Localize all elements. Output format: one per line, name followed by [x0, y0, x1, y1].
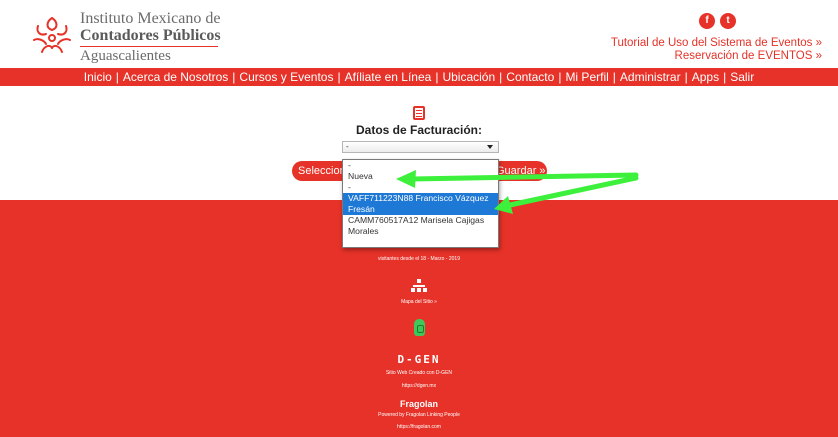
nav-item-acerca[interactable]: Acerca de Nosotros: [123, 70, 228, 84]
social-links: f t: [699, 13, 736, 29]
tutorial-link[interactable]: Tutorial de Uso del Sistema de Eventos »: [611, 37, 822, 50]
sitemap-link[interactable]: Mapa del Sitio »: [0, 299, 838, 305]
nav-separator: |: [612, 70, 616, 84]
fragolan-url-link[interactable]: https://fragolan.com: [0, 424, 838, 430]
nav-separator: |: [558, 70, 562, 84]
visit-counter-text: visitantes desde el 18 - Marzo - 2019: [378, 256, 460, 262]
facebook-icon[interactable]: f: [699, 13, 715, 29]
site-header: Instituto Mexicano de Contadores Público…: [0, 0, 838, 68]
main-navbar: Inicio | Acerca de Nosotros | Cursos y Event…: [0, 68, 838, 86]
nav-item-ubicacion[interactable]: Ubicación: [442, 70, 495, 84]
chevron-down-icon: [487, 145, 493, 149]
dropdown-option[interactable]: CAMM760517A12 Marisela Cajigas Morales: [343, 215, 498, 237]
nav-separator: |: [337, 70, 341, 84]
nav-separator: |: [499, 70, 503, 84]
nav-separator: |: [115, 70, 119, 84]
dgen-url-link[interactable]: https://dgen.mx: [0, 383, 838, 389]
logo-line-3: Aguascalientes: [80, 48, 171, 64]
fragolan-caption: Powered by Fragolan Linking People: [378, 412, 460, 418]
nav-item-contacto[interactable]: Contacto: [506, 70, 554, 84]
dropdown-option[interactable]: -: [343, 182, 498, 193]
nav-item-administrar[interactable]: Administrar: [620, 70, 681, 84]
nav-separator: |: [232, 70, 236, 84]
nav-separator: |: [435, 70, 439, 84]
sitemap-icon[interactable]: [411, 279, 427, 293]
billing-select-value: -: [346, 142, 349, 151]
nav-item-afiliate[interactable]: Afíliate en Línea: [345, 70, 432, 84]
billing-dropdown-list[interactable]: - Nueva - VAFF711223N88 Francisco Vázque…: [342, 159, 499, 248]
billing-title: Datos de Facturación:: [355, 123, 483, 137]
dgen-logo[interactable]: D-GEN: [0, 353, 838, 366]
fragolan-logo[interactable]: Fragolan: [0, 399, 838, 409]
billing-select[interactable]: -: [342, 141, 499, 153]
nav-item-salir[interactable]: Salir: [730, 70, 754, 84]
nav-item-inicio[interactable]: Inicio: [84, 70, 112, 84]
dropdown-option-nueva[interactable]: Nueva: [343, 171, 498, 182]
institute-logo-icon[interactable]: [28, 12, 76, 60]
nav-item-apps[interactable]: Apps: [692, 70, 719, 84]
security-tag-icon: [414, 319, 425, 336]
dropdown-option[interactable]: -: [343, 160, 498, 171]
institute-name[interactable]: Instituto Mexicano de Contadores Público…: [80, 10, 221, 64]
invoice-icon: [413, 106, 425, 120]
header-links: Tutorial de Uso del Sistema de Eventos »…: [611, 37, 822, 63]
logo-divider: [80, 46, 218, 47]
nav-item-mi-perfil[interactable]: Mi Perfil: [565, 70, 608, 84]
twitter-icon[interactable]: t: [720, 13, 736, 29]
logo-line-1: Instituto Mexicano de: [80, 10, 221, 27]
logo-line-2: Contadores Públicos: [80, 27, 221, 44]
nav-separator: |: [684, 70, 688, 84]
dropdown-option-highlighted[interactable]: VAFF711223N88 Francisco Vázquez Fresán: [343, 193, 498, 215]
nav-item-cursos[interactable]: Cursos y Eventos: [239, 70, 333, 84]
dgen-caption: Sitio Web Creado con D-GEN: [385, 370, 453, 376]
nav-separator: |: [723, 70, 727, 84]
reservation-link[interactable]: Reservación de EVENTOS »: [611, 50, 822, 63]
